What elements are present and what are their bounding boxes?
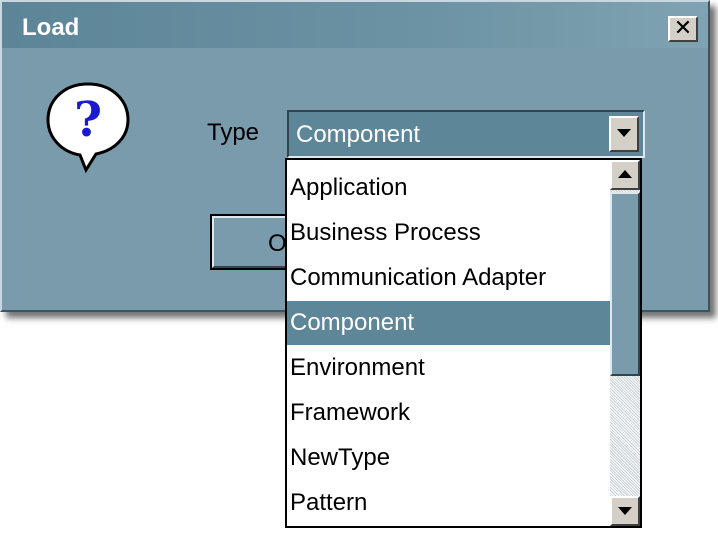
dropdown-scrollbar[interactable] [610, 160, 640, 526]
scroll-up-arrow-icon [618, 170, 632, 178]
dialog-title: Load [22, 14, 80, 41]
list-item[interactable]: Framework [287, 391, 614, 435]
scroll-down-arrow-icon [618, 507, 632, 515]
scroll-up-button[interactable] [610, 160, 640, 190]
scroll-down-button[interactable] [610, 496, 640, 526]
scrollbar-thumb[interactable] [610, 192, 640, 376]
svg-text:?: ? [74, 92, 102, 148]
type-combobox[interactable]: Component [287, 110, 645, 158]
list-item[interactable]: Environment [287, 346, 614, 390]
list-item[interactable]: Pattern [287, 481, 614, 525]
list-item[interactable]: Business Process [287, 211, 614, 255]
type-combobox-value: Component [296, 121, 421, 148]
question-icon: ? [46, 82, 130, 174]
close-icon: ✕ [673, 16, 693, 41]
type-dropdown-list[interactable]: Application Business Process Communicati… [285, 158, 642, 528]
title-bar[interactable]: Load ✕ [2, 2, 708, 48]
list-item[interactable]: Application [287, 166, 614, 210]
chevron-down-icon [617, 129, 631, 137]
close-button[interactable]: ✕ [668, 16, 698, 42]
combobox-dropdown-button[interactable] [609, 116, 639, 152]
list-item[interactable]: Communication Adapter [287, 256, 614, 300]
list-item-selected[interactable]: Component [287, 301, 614, 345]
type-label: Type [207, 119, 260, 146]
list-item[interactable]: NewType [287, 436, 614, 480]
